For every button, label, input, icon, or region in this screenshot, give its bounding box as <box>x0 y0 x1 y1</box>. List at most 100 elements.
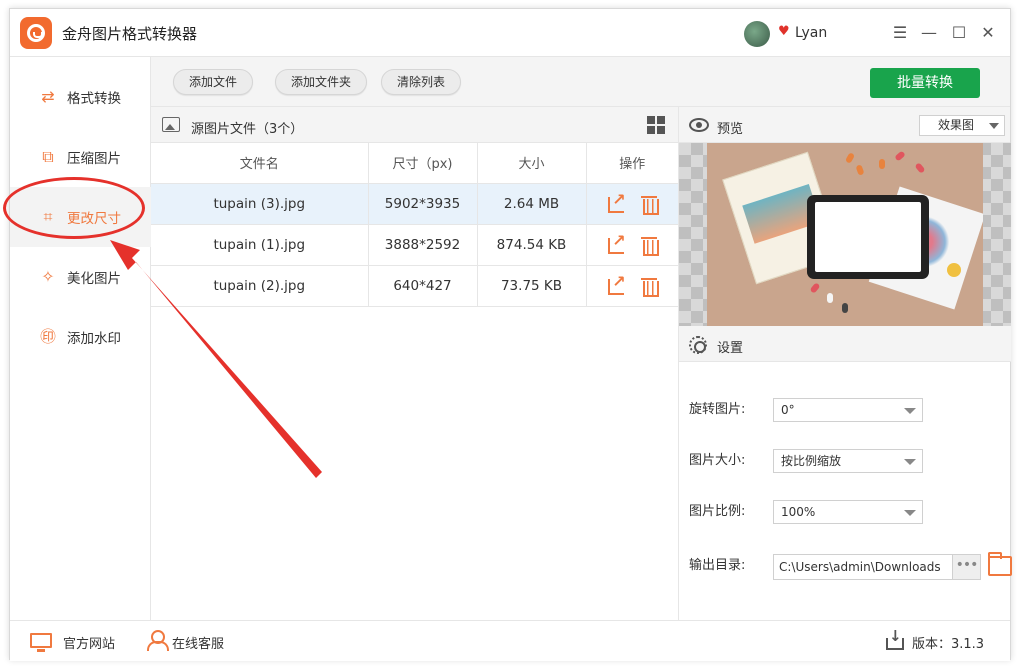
file-name: tupain (2).jpg <box>151 265 369 307</box>
ratio-select[interactable]: 100% <box>773 500 923 524</box>
file-dimensions: 3888*2592 <box>368 224 478 266</box>
rotate-row: 旋转图片: 0° <box>689 398 1009 422</box>
sidebar-item-label: 格式转换 <box>67 91 121 107</box>
chevron-down-icon <box>904 510 916 516</box>
rotate-value: 0° <box>781 403 795 417</box>
menu-icon[interactable]: ☰ <box>888 21 912 45</box>
folder-icon[interactable] <box>988 552 1012 576</box>
sidebar-item-watermark[interactable]: ㊞ 添加水印 <box>10 307 151 367</box>
file-size: 874.54 KB <box>477 224 587 266</box>
compress-icon: ⧉ <box>42 147 54 166</box>
table-row[interactable]: tupain (3).jpg 5902*3935 2.64 MB <box>151 183 678 225</box>
settings-header: 设置 <box>679 326 1011 362</box>
minimize-icon[interactable]: — <box>917 21 941 45</box>
delete-icon[interactable] <box>641 276 660 297</box>
file-table: 文件名 尺寸（px) 大小 操作 tupain (3).jpg 5902*393… <box>151 143 678 307</box>
table-row[interactable]: tupain (2).jpg 640*427 73.75 KB <box>151 265 678 307</box>
gear-icon <box>689 336 707 354</box>
ratio-value: 100% <box>781 505 816 519</box>
service-link[interactable]: 在线客服 <box>172 633 224 652</box>
close-icon[interactable]: ✕ <box>976 21 1000 45</box>
file-list-panel: 源图片文件（3个） 文件名 尺寸（px) 大小 操作 tupain (3).jp… <box>151 107 678 620</box>
user-name[interactable]: Lyan <box>795 25 827 41</box>
rotate-label: 旋转图片: <box>689 402 746 417</box>
chevron-down-icon <box>904 408 916 414</box>
preview-mode-select[interactable]: 效果图 <box>919 115 1005 136</box>
monitor-icon <box>30 633 52 652</box>
file-list-header: 源图片文件（3个） <box>151 107 678 143</box>
output-row: 输出目录: C:\Users\admin\Downloads ••• <box>689 552 1019 580</box>
app-title: 金舟图片格式转换器 <box>62 25 198 43</box>
chevron-down-icon <box>904 459 916 465</box>
clear-list-button[interactable]: 清除列表 <box>381 69 461 95</box>
annotation-highlight-ellipse <box>3 177 145 239</box>
size-row: 图片大小: 按比例缩放 <box>689 449 1009 473</box>
convert-icon: ⇄ <box>41 87 55 106</box>
app-window: 金舟图片格式转换器 ♥ Lyan ☰ — ☐ ✕ ⇄ 格式转换 ⧉ 压缩图片 ⌗… <box>9 8 1012 661</box>
size-select[interactable]: 按比例缩放 <box>773 449 923 473</box>
row-actions <box>586 183 678 225</box>
app-logo-icon <box>20 17 52 49</box>
file-name: tupain (3).jpg <box>151 183 369 225</box>
version-label: 版本：3.1.3 <box>912 637 985 652</box>
image-icon <box>162 117 180 132</box>
footer: 官方网站 在线客服 版本：3.1.3 <box>10 620 1010 661</box>
eye-icon <box>689 118 709 132</box>
vip-diamond-icon: ♥ <box>778 24 790 39</box>
column-header-dimensions: 尺寸（px) <box>368 143 478 184</box>
file-size: 2.64 MB <box>477 183 587 225</box>
chevron-down-icon <box>989 123 999 129</box>
add-file-button[interactable]: 添加文件 <box>173 69 253 95</box>
title-bar: 金舟图片格式转换器 ♥ Lyan ☰ — ☐ ✕ <box>10 9 1010 57</box>
preview-header: 预览 效果图 <box>679 107 1010 143</box>
file-dimensions: 5902*3935 <box>368 183 478 225</box>
customer-service-icon <box>147 630 169 651</box>
open-file-icon[interactable] <box>607 231 627 255</box>
rotate-select[interactable]: 0° <box>773 398 923 422</box>
beautify-icon: ✧ <box>41 267 55 286</box>
row-actions <box>586 224 678 266</box>
website-link[interactable]: 官方网站 <box>63 633 115 652</box>
sidebar: ⇄ 格式转换 ⧉ 压缩图片 ⌗ 更改尺寸 ✧ 美化图片 ㊞ 添加水印 <box>10 57 151 620</box>
file-name: tupain (1).jpg <box>151 224 369 266</box>
sidebar-item-label: 添加水印 <box>67 331 121 347</box>
output-dir-field[interactable]: C:\Users\admin\Downloads ••• <box>773 554 981 580</box>
settings-panel: 设置 旋转图片: 0° 图片大小: 按比例缩放 图片比例: 100% 输出目录:… <box>679 326 1012 620</box>
file-list-title: 源图片文件（3个） <box>191 122 304 137</box>
row-actions <box>586 265 678 307</box>
download-icon <box>886 627 904 650</box>
column-header-actions: 操作 <box>586 143 678 184</box>
sidebar-item-label: 压缩图片 <box>67 151 121 167</box>
table-row[interactable]: tupain (1).jpg 3888*2592 874.54 KB <box>151 224 678 266</box>
browse-more-button[interactable]: ••• <box>952 555 980 579</box>
open-file-icon[interactable] <box>607 190 627 214</box>
ratio-label: 图片比例: <box>689 504 746 519</box>
column-header-filename: 文件名 <box>151 143 369 184</box>
column-header-size: 大小 <box>477 143 587 184</box>
size-label: 图片大小: <box>689 453 746 468</box>
preview-title: 预览 <box>717 122 744 137</box>
sidebar-item-format-convert[interactable]: ⇄ 格式转换 <box>10 67 151 127</box>
output-dir-value: C:\Users\admin\Downloads <box>779 560 941 574</box>
ratio-row: 图片比例: 100% <box>689 500 1009 524</box>
grid-view-icon[interactable] <box>647 116 665 134</box>
sidebar-item-beautify[interactable]: ✧ 美化图片 <box>10 247 151 307</box>
settings-title: 设置 <box>717 341 744 356</box>
delete-icon[interactable] <box>641 235 660 256</box>
preview-mode-value: 效果图 <box>938 118 975 132</box>
batch-convert-button[interactable]: 批量转换 <box>870 68 980 98</box>
watermark-icon: ㊞ <box>39 327 56 346</box>
file-dimensions: 640*427 <box>368 265 478 307</box>
add-folder-button[interactable]: 添加文件夹 <box>275 69 367 95</box>
preview-panel: 预览 效果图 设置 旋转图片: 0° 图片大小: 按比例缩放 图片比例: 100… <box>678 107 1012 620</box>
maximize-icon[interactable]: ☐ <box>947 21 971 45</box>
user-avatar[interactable] <box>744 21 770 47</box>
output-label: 输出目录: <box>689 558 746 573</box>
delete-icon[interactable] <box>641 194 660 215</box>
preview-image-area <box>679 143 1011 326</box>
file-size: 73.75 KB <box>477 265 587 307</box>
preview-photo <box>707 143 983 326</box>
open-file-icon[interactable] <box>607 272 627 296</box>
toolbar: 添加文件 添加文件夹 清除列表 批量转换 <box>151 57 1010 107</box>
size-value: 按比例缩放 <box>781 454 842 468</box>
